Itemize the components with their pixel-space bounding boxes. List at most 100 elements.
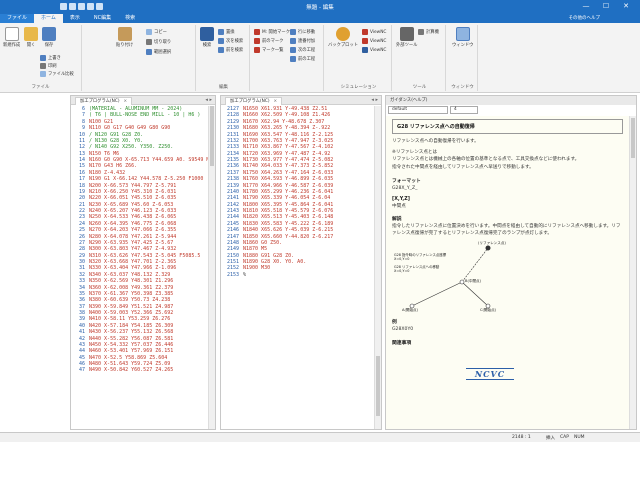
group-label-window: ウィンドウ: [451, 85, 474, 90]
document-tab-right[interactable]: 加工プログラム(NC) ×: [225, 97, 283, 105]
backplot-button[interactable]: バックプロット: [328, 27, 358, 48]
code-area-right[interactable]: 2127 N1650 X61.931 Y-49.438 Z2.51 2128 N166…: [221, 106, 374, 429]
calculator-icon: [418, 29, 424, 35]
viewnc-button-1[interactable]: ViewNC: [362, 29, 386, 35]
reference-point-diagram: (リファレンス点) G28 指令時のリファレンス点座標 X=0,Y=0 G28 …: [392, 241, 512, 312]
external-tool-button[interactable]: 外部ツール: [396, 27, 417, 48]
line-text: N190 G1 X-66.142 Y44.578 Z-5.250 F1000: [89, 176, 204, 183]
editor-pane-right[interactable]: 加工プログラム(NC) × ◂ ▸ 2127 N1650 X61.931 Y-49.…: [220, 95, 382, 430]
group-label-tool: ツール: [412, 85, 427, 90]
editor-pane-left[interactable]: 加工プログラム(NC) × ◂ ▸ 6 (MATERIAL - ALUMINUM M…: [70, 95, 216, 430]
help-scrollbar[interactable]: [629, 116, 636, 429]
help-format: G28X_Y_Z_: [392, 185, 418, 191]
new-button[interactable]: 新規作成: [3, 27, 20, 48]
copy-button[interactable]: コピー: [146, 29, 167, 35]
line-text: N230 X-65.689 Y45.60 Z-6.053: [89, 201, 174, 208]
viewnc-button-3[interactable]: ViewNC: [362, 47, 386, 53]
scissors-icon: [146, 39, 152, 45]
tab-nc-edit[interactable]: NC編集: [87, 14, 118, 23]
viewnc-icon: [362, 29, 368, 35]
logo: NCVC: [466, 367, 514, 380]
line-number: 2153: [226, 271, 239, 278]
close-button[interactable]: ✕: [616, 0, 636, 13]
tab-scroll-arrows[interactable]: ◂ ▸: [371, 97, 378, 103]
tab-search[interactable]: 検索: [118, 14, 142, 23]
line-text: N1720 X63.969 Y-47.487 Z-4.92: [243, 150, 331, 157]
line-text: N400 X-59.003 Y52.366 Z5.692: [89, 310, 174, 316]
select-range-button[interactable]: 範囲選択: [146, 49, 171, 55]
cut-button[interactable]: 切り取り: [146, 39, 171, 45]
select-icon: [146, 49, 152, 55]
minimize-button[interactable]: —: [576, 0, 596, 13]
scrollbar-right[interactable]: [374, 106, 381, 429]
help-link[interactable]: その他のヘルプ: [569, 15, 601, 21]
help-scrollbar-thumb[interactable]: [631, 118, 635, 158]
next-process-icon: [290, 47, 296, 53]
compare-button[interactable]: ファイル比較: [40, 71, 74, 77]
line-text: N290 X-63.935 Y47.425 Z-5.67: [89, 239, 174, 246]
scrollbar-left[interactable]: [208, 106, 215, 429]
status-caps: CAP: [560, 435, 569, 440]
line-text: N1840 X65.626 Y-45.039 Z-6.215: [243, 227, 334, 234]
print-button[interactable]: 印刷: [40, 63, 57, 69]
help-example: G28X0Y0: [392, 327, 414, 333]
find-button[interactable]: 検索: [200, 27, 214, 48]
calculator-button[interactable]: 計算機: [418, 29, 439, 35]
scrollbar-thumb-left[interactable]: [210, 106, 214, 166]
paste-button[interactable]: 貼り付け: [116, 27, 133, 48]
mark-prev-icon: [254, 38, 260, 44]
find-next-button[interactable]: 次を検索: [218, 38, 243, 44]
code-line[interactable]: 2153%: [221, 272, 374, 278]
help-select-2[interactable]: 4: [450, 106, 478, 114]
help-format-label: フォーマット: [392, 178, 421, 184]
line-text: N1750 X64.263 Y-47.164 Z-6.033: [243, 169, 334, 176]
line-text: N360 X-62.008 Y49.361 Z2.379: [89, 284, 174, 291]
wrench-icon: [399, 27, 414, 41]
code-line[interactable]: 47 N490 X-50.842 Y60.527 Z4.265: [71, 367, 208, 373]
overwrite-save-button[interactable]: 上書き: [40, 55, 61, 61]
prev-mark-button[interactable]: 前のマーク: [254, 38, 283, 44]
tab-home[interactable]: ホーム: [34, 14, 63, 23]
maximize-button[interactable]: ☐: [596, 0, 616, 13]
line-text: N380 X-60.639 Y50.73 Z4.238: [89, 297, 171, 304]
line-text: N150 T6 M6: [89, 150, 120, 157]
help-selectors: default 4: [388, 106, 588, 114]
close-tab-icon[interactable]: ×: [124, 99, 128, 104]
save-button[interactable]: 保存: [42, 27, 56, 48]
logo-text: NCVC: [474, 368, 506, 379]
line-text: N310 X-63.626 Y47.543 Z-5.045 F5085.5: [89, 252, 201, 259]
line-text: N430 X-56.237 Y55.132 Z6.568: [89, 329, 174, 336]
help-explain-label: 解説: [392, 217, 402, 223]
menu-bar: ファイル ホーム 表示 NC編集 検索 その他のヘルプ: [0, 13, 640, 23]
diagram-label-reference: (リファレンス点): [478, 241, 506, 246]
open-button[interactable]: 開く: [24, 27, 38, 48]
next-process-button[interactable]: 次の工程: [290, 47, 315, 53]
diagram-label-move-coords: X=0,Y=0: [394, 269, 410, 274]
help-select[interactable]: default: [388, 106, 448, 114]
window-button[interactable]: ウィンドウ: [452, 27, 473, 48]
mark-list-button[interactable]: マーク一覧: [254, 47, 283, 53]
code-area-left[interactable]: 6 (MATERIAL - ALUMINUM MM - 2024) 7( T6 | …: [71, 106, 208, 429]
diagram-label-midpoint: B(中間点): [465, 279, 482, 284]
find-prev-button[interactable]: 前を検索: [218, 47, 243, 53]
line-text: N1730 X63.977 Y-47.474 Z-5.082: [243, 157, 334, 163]
prev-process-button[interactable]: 前の工程: [290, 56, 315, 62]
start-mark-button[interactable]: M: 開始マーク: [254, 29, 290, 35]
tab-view[interactable]: 表示: [63, 14, 87, 23]
help-para1: リファレンス点とは機械上の各軸の位置の基準となる点で、工具交換点などに使われます…: [392, 156, 580, 162]
line-text: N1810 X65.518 Y-45.579 Z-6.076: [243, 208, 334, 214]
viewnc-button-2[interactable]: ViewNC: [362, 38, 386, 44]
goto-line-button[interactable]: 行に移動: [290, 29, 315, 35]
ribbon-group-file: 新規作成 開く 保存 上書き 印刷 ファイル比較 ファイル: [0, 25, 82, 91]
tab-scroll-arrows[interactable]: ◂ ▸: [205, 97, 212, 103]
close-tab-icon[interactable]: ×: [274, 99, 278, 104]
replace-button[interactable]: 置換: [218, 29, 235, 35]
scrollbar-thumb-right[interactable]: [376, 356, 380, 416]
sequence-button[interactable]: 連番付加: [290, 38, 315, 44]
line-text: N1850 X65.660 Y-44.820 Z-6.217: [243, 233, 334, 240]
group-label-file: ファイル: [31, 85, 50, 90]
document-tab-left[interactable]: 加工プログラム(NC) ×: [75, 97, 133, 105]
line-text: N410 X-58.11 Y53.259 Z6.276: [89, 316, 171, 323]
tab-file[interactable]: ファイル: [0, 14, 35, 23]
line-number: 47: [78, 367, 85, 374]
